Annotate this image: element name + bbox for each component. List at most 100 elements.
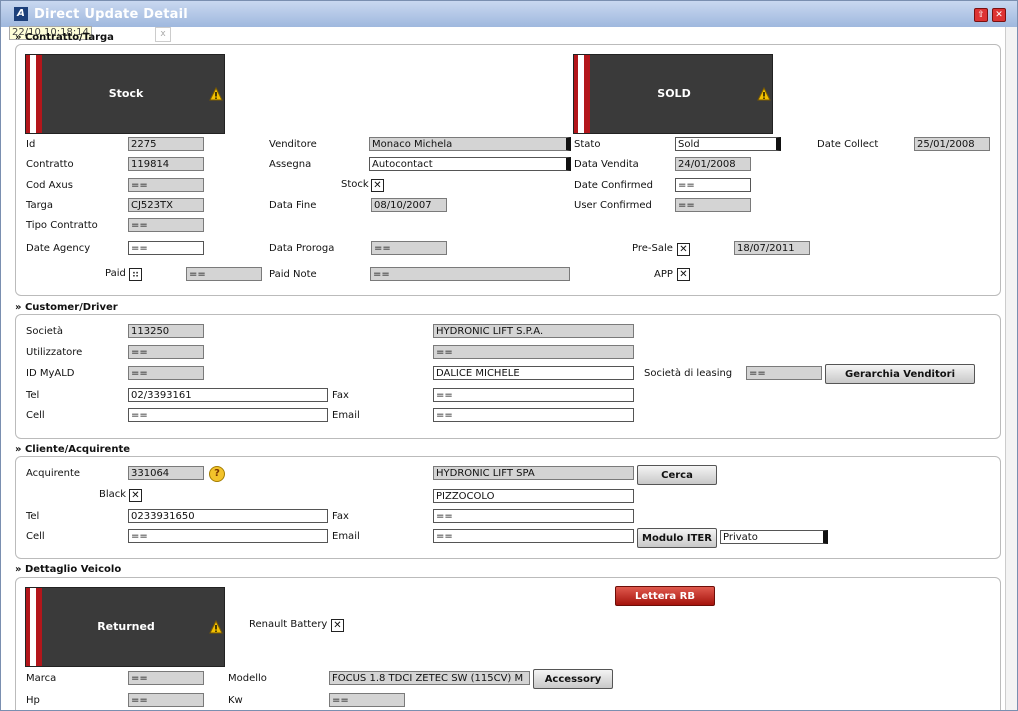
fax-label: Fax <box>332 390 349 401</box>
address-field[interactable]: PIZZOCOLO <box>433 489 634 503</box>
societa-name-field[interactable]: HYDRONIC LIFT S.P.A. <box>433 324 634 338</box>
hp-field[interactable]: == <box>128 693 204 707</box>
cliente-fax-field[interactable]: == <box>433 509 634 523</box>
stato-label: Stato <box>574 139 601 150</box>
tel-field[interactable]: 02/3393161 <box>128 388 328 402</box>
tooltip-close-icon[interactable]: x <box>155 27 171 42</box>
data-proroga-field[interactable]: == <box>371 241 447 255</box>
modello-field[interactable]: FOCUS 1.8 TDCI ZETEC SW (115CV) M <box>329 671 530 685</box>
id-field[interactable]: 2275 <box>128 137 204 151</box>
help-icon[interactable]: ? <box>209 466 225 482</box>
cod-axus-label: Cod Axus <box>26 180 73 191</box>
contratto-field[interactable]: 119814 <box>128 157 204 171</box>
gerarchia-venditori-button[interactable]: Gerarchia Venditori <box>825 364 975 384</box>
fax-field[interactable]: == <box>433 388 634 402</box>
paid-checkbox[interactable]: ∷ <box>129 268 142 281</box>
data-fine-label: Data Fine <box>269 200 317 211</box>
contratto-label: Contratto <box>26 159 74 170</box>
paid-note-field[interactable]: == <box>370 267 570 281</box>
assegna-label: Assegna <box>269 159 312 170</box>
close-icon[interactable]: ✕ <box>992 8 1006 22</box>
cerca-button[interactable]: Cerca <box>637 465 717 485</box>
window: A Direct Update Detail ⇧ ✕ 22/10 10:18:1… <box>0 0 1018 711</box>
cod-axus-field[interactable]: == <box>128 178 204 192</box>
date-confirmed-field[interactable]: == <box>675 178 751 192</box>
email-field[interactable]: == <box>433 408 634 422</box>
black-checkbox[interactable]: ✕ <box>129 489 142 502</box>
paid-label: Paid <box>105 268 126 279</box>
acquirente-name-field[interactable]: HYDRONIC LIFT SPA <box>433 466 634 480</box>
tipo-cliente-select[interactable]: Privato <box>720 530 828 544</box>
date-agency-field[interactable]: == <box>128 241 204 255</box>
modello-label: Modello <box>228 673 267 684</box>
warning-icon <box>757 87 771 101</box>
targa-label: Targa <box>26 200 53 211</box>
cliente-cell-field[interactable]: == <box>128 529 328 543</box>
sold-banner: SOLD <box>573 54 773 134</box>
pre-sale-label: Pre-Sale <box>632 243 673 254</box>
id-myald-field[interactable]: == <box>128 366 204 380</box>
data-vendita-field[interactable]: 24/01/2008 <box>675 157 751 171</box>
stato-select[interactable]: Sold <box>675 137 781 151</box>
warning-icon <box>209 620 223 634</box>
app-label: APP <box>654 269 673 280</box>
cell-field[interactable]: == <box>128 408 328 422</box>
societa-leasing-field[interactable]: == <box>746 366 822 380</box>
data-fine-field[interactable]: 08/10/2007 <box>371 198 447 212</box>
stock-label: Stock <box>341 179 369 190</box>
acquirente-label: Acquirente <box>26 468 81 479</box>
pre-sale-checkbox[interactable]: ✕ <box>677 243 690 256</box>
venditore-select[interactable]: Monaco Michela <box>369 137 571 151</box>
pre-sale-date-field[interactable]: 18/07/2011 <box>734 241 810 255</box>
tipo-contratto-field[interactable]: == <box>128 218 204 232</box>
cliente-tel-label: Tel <box>26 511 40 522</box>
utilizzatore-name-field[interactable]: == <box>433 345 634 359</box>
title-bar[interactable]: A Direct Update Detail ⇧ ✕ <box>1 1 1017 27</box>
date-confirmed-label: Date Confirmed <box>574 180 653 191</box>
tipo-contratto-label: Tipo Contratto <box>26 220 98 231</box>
app-logo-icon: A <box>14 7 28 21</box>
venditore-label: Venditore <box>269 139 317 150</box>
date-agency-label: Date Agency <box>26 243 91 254</box>
date-collect-label: Date Collect <box>817 139 879 150</box>
cliente-email-field[interactable]: == <box>433 529 634 543</box>
user-confirmed-field[interactable]: == <box>675 198 751 212</box>
warning-icon <box>209 87 223 101</box>
assegna-select[interactable]: Autocontact <box>369 157 571 171</box>
user-confirmed-label: User Confirmed <box>574 200 652 211</box>
acquirente-field[interactable]: 331064 <box>128 466 204 480</box>
societa-field[interactable]: 113250 <box>128 324 204 338</box>
tel-label: Tel <box>26 390 40 401</box>
cliente-tel-field[interactable]: 0233931650 <box>128 509 328 523</box>
app-checkbox[interactable]: ✕ <box>677 268 690 281</box>
date-collect-field[interactable]: 25/01/2008 <box>914 137 990 151</box>
vertical-scrollbar[interactable] <box>1005 27 1017 710</box>
stock-banner-label: Stock <box>108 87 144 100</box>
lettera-rb-button[interactable]: Lettera RB <box>615 586 715 606</box>
paid-note-label: Paid Note <box>269 269 317 280</box>
marca-field[interactable]: == <box>128 671 204 685</box>
cell-label: Cell <box>26 410 45 421</box>
data-vendita-label: Data Vendita <box>574 159 639 170</box>
section-title-contratto: » Contratto/Targa <box>15 32 114 43</box>
modulo-iter-button[interactable]: Modulo ITER <box>637 528 717 548</box>
renault-battery-checkbox[interactable]: ✕ <box>331 619 344 632</box>
utilizzatore-label: Utilizzatore <box>26 347 83 358</box>
stock-checkbox[interactable]: ✕ <box>371 179 384 192</box>
accessory-button[interactable]: Accessory <box>533 669 613 689</box>
renault-battery-label: Renault Battery <box>249 619 328 630</box>
stock-banner: Stock <box>25 54 225 134</box>
black-label: Black <box>99 489 127 500</box>
data-proroga-label: Data Proroga <box>269 243 335 254</box>
maximize-button[interactable]: ⇧ <box>974 8 988 22</box>
utilizzatore-field[interactable]: == <box>128 345 204 359</box>
id-myald-label: ID MyALD <box>26 368 75 379</box>
window-title: Direct Update Detail <box>34 7 188 22</box>
paid-field[interactable]: == <box>186 267 262 281</box>
driver-name-field[interactable]: DALICE MICHELE <box>433 366 634 380</box>
id-label: Id <box>26 139 36 150</box>
section-title-customer: » Customer/Driver <box>15 302 118 313</box>
kw-field[interactable]: == <box>329 693 405 707</box>
returned-banner: Returned <box>25 587 225 667</box>
targa-field[interactable]: CJ523TX <box>128 198 204 212</box>
